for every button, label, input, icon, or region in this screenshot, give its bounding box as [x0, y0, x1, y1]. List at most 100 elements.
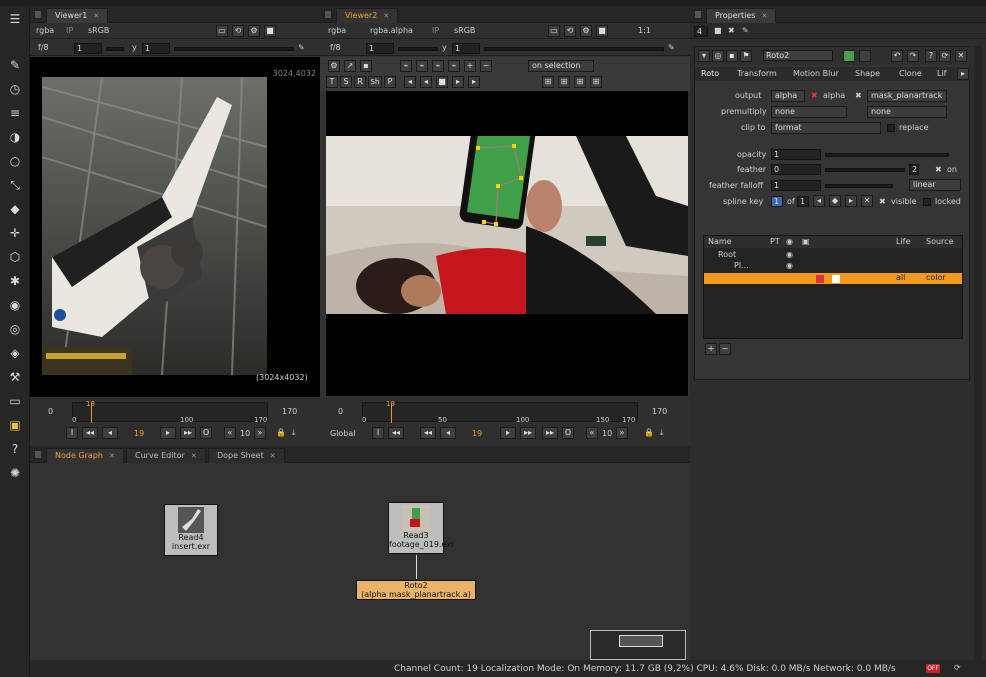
premultiply-dropdown-2[interactable]: none: [867, 106, 947, 118]
revert-icon[interactable]: ⟳: [939, 50, 951, 62]
help-icon[interactable]: ?: [6, 440, 24, 458]
gain-slider[interactable]: [398, 47, 438, 51]
export-icon[interactable]: ⤓: [660, 428, 664, 438]
remove-point-icon[interactable]: −: [480, 60, 492, 72]
remove-curve-button[interactable]: −: [719, 343, 731, 355]
eye-icon[interactable]: ◉: [786, 261, 793, 271]
splinekey-field[interactable]: 1: [771, 196, 783, 207]
tab-grip[interactable]: [694, 10, 702, 19]
tab-node-graph[interactable]: Node Graph ✕: [46, 448, 124, 463]
next-key-icon[interactable]: ▸: [845, 195, 857, 207]
lock-icon[interactable]: 🔒: [276, 428, 286, 438]
circle-icon[interactable]: ○: [6, 152, 24, 170]
tab-lifetime[interactable]: Lif: [937, 69, 947, 79]
gamma-field[interactable]: 1: [452, 43, 480, 54]
brush-icon[interactable]: ✎: [668, 43, 675, 53]
tool-letter-s[interactable]: S: [340, 76, 352, 88]
gain-field[interactable]: 1: [74, 43, 102, 54]
ip-toggle[interactable]: IP: [432, 26, 439, 36]
opacity-slider[interactable]: [825, 153, 949, 157]
float-panel-icon[interactable]: ✎: [742, 26, 749, 36]
on-selection-dropdown[interactable]: on selection: [528, 60, 594, 72]
close-icon[interactable]: ✕: [955, 50, 967, 62]
center-icon[interactable]: ◎: [712, 50, 724, 62]
transform-icon[interactable]: ✛: [6, 224, 24, 242]
feather-field[interactable]: 0: [771, 164, 821, 175]
tab-properties[interactable]: Properties ✕: [706, 8, 777, 23]
select-tool-icon[interactable]: ↗: [344, 60, 356, 72]
skip-forward-button[interactable]: »: [254, 427, 266, 439]
nuke-icon[interactable]: ✺: [6, 464, 24, 482]
read3-node[interactable]: Read3 footage_019.exr: [388, 502, 454, 554]
set-key-icon[interactable]: ◆: [829, 195, 841, 207]
brush-icon[interactable]: ✎: [298, 43, 305, 53]
tab-curve-editor[interactable]: Curve Editor ✕: [126, 448, 206, 463]
lock-icon[interactable]: 🔒: [644, 428, 654, 438]
zoom-ratio[interactable]: 1:1: [638, 26, 651, 36]
node-icon[interactable]: ▪: [726, 50, 738, 62]
minimap-viewport[interactable]: [619, 635, 663, 647]
tree-header-pt[interactable]: PT: [770, 237, 780, 247]
metadata-icon[interactable]: ▭: [6, 392, 24, 410]
color-swatch-red[interactable]: [816, 275, 824, 283]
gamma-slider[interactable]: [174, 47, 294, 51]
stop-track-icon[interactable]: ■: [436, 76, 448, 88]
play-button[interactable]: ▸: [160, 427, 176, 439]
feather-on-x-icon[interactable]: ✖: [935, 165, 942, 175]
alpha-x-icon[interactable]: ✖: [811, 91, 818, 101]
first-frame-button[interactable]: I: [372, 427, 384, 439]
next-key-button[interactable]: ▸▸: [542, 427, 558, 439]
mask-x-icon[interactable]: ✖: [855, 91, 862, 101]
tab-scroll-icon[interactable]: ▸: [957, 68, 969, 80]
alpha-dropdown[interactable]: rgba.alpha: [370, 26, 413, 36]
replace-checkbox[interactable]: [887, 124, 895, 132]
gamma-slider[interactable]: [484, 47, 664, 51]
locked-checkbox[interactable]: [923, 198, 931, 206]
current-frame[interactable]: 19: [472, 429, 482, 439]
color-green-icon[interactable]: [843, 50, 855, 62]
timeline-track[interactable]: [72, 402, 268, 423]
read4-node[interactable]: Read4 insert.exr: [164, 504, 218, 556]
flag-icon[interactable]: ⚑: [740, 50, 752, 62]
first-frame-button[interactable]: I: [66, 427, 78, 439]
tool-letter-sh[interactable]: Sh: [368, 76, 382, 88]
tab-transform[interactable]: Transform: [737, 69, 777, 79]
refresh-icon[interactable]: ⟲: [564, 25, 576, 37]
layers-icon[interactable]: ≡: [6, 104, 24, 122]
falloff-field[interactable]: 1: [771, 180, 821, 191]
3d-cube-icon[interactable]: ⬡: [6, 248, 24, 266]
opacity-field[interactable]: 1: [771, 149, 821, 160]
channels-dropdown[interactable]: rgba: [328, 26, 346, 36]
skip-back-button[interactable]: «: [224, 427, 236, 439]
next-button[interactable]: ▸▸: [520, 427, 536, 439]
smooth-tool-icon[interactable]: ⌁: [432, 60, 444, 72]
feather-tool-icon[interactable]: ⌁: [448, 60, 460, 72]
cusp-tool-icon[interactable]: ⌁: [416, 60, 428, 72]
viewer-icon[interactable]: ▭: [548, 25, 560, 37]
add-point-icon[interactable]: +: [464, 60, 476, 72]
grid-icon-2[interactable]: ⊞: [558, 76, 570, 88]
frame-step[interactable]: 10: [240, 429, 250, 439]
color-swatch-white[interactable]: [832, 275, 840, 283]
back-icon[interactable]: ◂: [420, 76, 432, 88]
premultiply-dropdown[interactable]: none: [771, 106, 847, 118]
key-tool-icon[interactable]: ▪: [360, 60, 372, 72]
redo-icon[interactable]: ↷: [907, 50, 919, 62]
tab-motion-blur[interactable]: Motion Blur: [793, 69, 839, 79]
delete-key-icon[interactable]: ✕: [861, 195, 873, 207]
step-back-button[interactable]: ◂: [102, 427, 118, 439]
undo-icon[interactable]: ↶: [891, 50, 903, 62]
toolsets-icon[interactable]: ◈: [6, 344, 24, 362]
gain-slider[interactable]: [106, 47, 124, 51]
stop-icon[interactable]: ■: [596, 25, 608, 37]
tool-letter-r[interactable]: R: [354, 76, 366, 88]
gamma-field[interactable]: 1: [142, 43, 170, 54]
color-white-icon[interactable]: [859, 50, 871, 62]
loop-button[interactable]: O: [200, 427, 212, 439]
current-frame[interactable]: 19: [134, 429, 144, 439]
tree-header-life[interactable]: Life: [896, 237, 910, 247]
colorspace-dropdown[interactable]: sRGB: [88, 26, 109, 36]
bezier-tool-icon[interactable]: ⌁: [400, 60, 412, 72]
settings-icon[interactable]: ⚙: [248, 25, 260, 37]
export-icon[interactable]: ⤓: [292, 428, 296, 438]
